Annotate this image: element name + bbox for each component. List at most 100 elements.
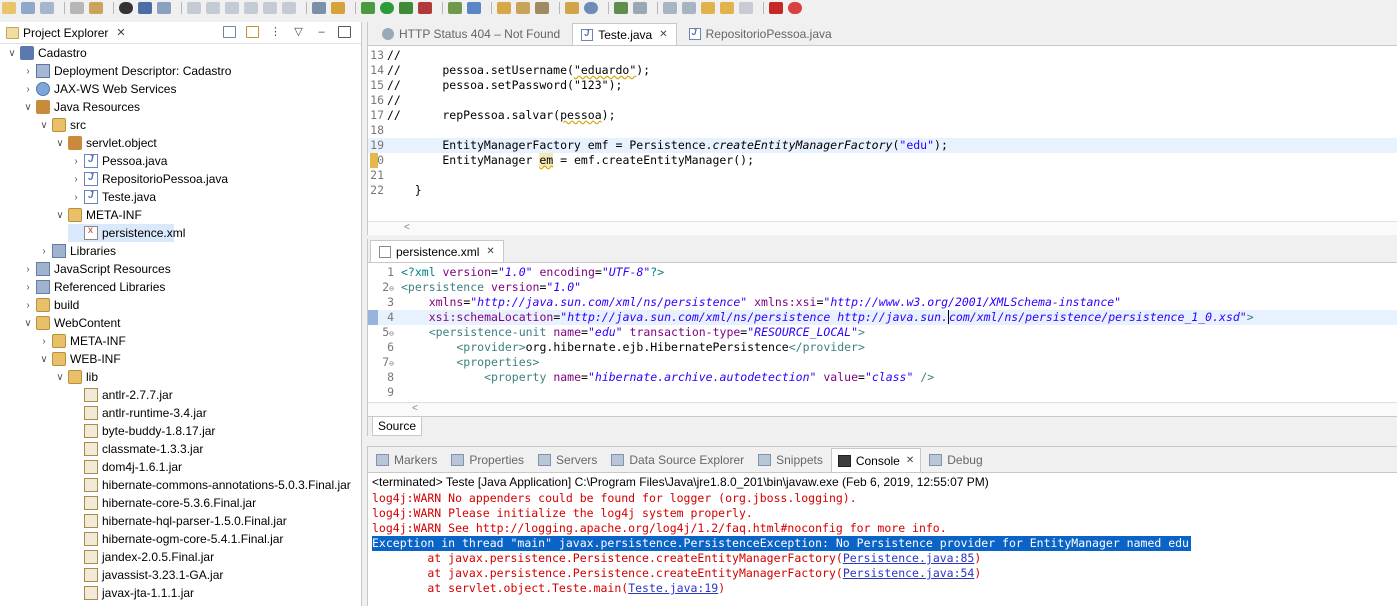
fold-icon[interactable]: ⊖ xyxy=(389,329,394,338)
new-package-icon[interactable] xyxy=(467,2,481,14)
print-icon[interactable] xyxy=(70,2,84,14)
pin-icon[interactable] xyxy=(614,2,628,14)
tree-item[interactable]: › Deployment Descriptor: Cadastro xyxy=(0,62,361,80)
java-code-area[interactable]: 13// 14// pessoa.setUsername("eduardo");… xyxy=(368,46,1397,198)
expand-arrow-icon[interactable]: › xyxy=(22,282,34,293)
stack-trace-link[interactable]: Persistence.java:85 xyxy=(843,551,975,565)
terminal-icon[interactable] xyxy=(138,2,152,14)
globe-icon[interactable] xyxy=(584,2,598,14)
collapse-arrow-icon[interactable]: ∨ xyxy=(22,318,34,329)
stack-trace-link[interactable]: Teste.java:19 xyxy=(628,581,718,595)
back-icon[interactable] xyxy=(720,2,734,14)
expand-arrow-icon[interactable]: › xyxy=(70,174,82,185)
console-output[interactable]: log4j:WARN No appenders could be found f… xyxy=(368,491,1397,596)
tree-item[interactable]: › Teste.java xyxy=(0,188,361,206)
expand-arrow-icon[interactable]: › xyxy=(38,246,50,257)
save-icon[interactable] xyxy=(21,2,35,14)
coverage-icon[interactable] xyxy=(399,2,413,14)
editor-tab[interactable]: RepositorioPessoa.java xyxy=(681,23,840,45)
forward-icon[interactable] xyxy=(739,2,753,14)
open-type-icon[interactable] xyxy=(497,2,511,14)
tree-item[interactable]: ∨ Java Resources xyxy=(0,98,361,116)
tree-item[interactable]: dom4j-1.6.1.jar xyxy=(0,458,361,476)
tree-item[interactable]: › META-INF xyxy=(0,332,361,350)
expand-arrow-icon[interactable]: › xyxy=(22,84,34,95)
tree-item[interactable]: ∨ WEB-INF xyxy=(0,350,361,368)
collapse-arrow-icon[interactable]: ∨ xyxy=(38,120,50,131)
tab-source[interactable]: Source xyxy=(372,417,423,436)
tree-item[interactable]: › build xyxy=(0,296,361,314)
scroll-left-icon[interactable]: < xyxy=(404,222,410,233)
close-icon[interactable]: ✕ xyxy=(906,455,914,466)
search-icon[interactable] xyxy=(535,2,549,14)
expand-arrow-icon[interactable]: › xyxy=(70,192,82,203)
run-icon[interactable] xyxy=(380,2,394,14)
open-task-icon[interactable] xyxy=(516,2,530,14)
tab-persistence-xml[interactable]: persistence.xml ✕ xyxy=(370,240,504,262)
tree-item[interactable]: ∨ src xyxy=(0,116,361,134)
fold-icon[interactable]: ⊖ xyxy=(389,359,394,368)
horizontal-scrollbar[interactable]: < xyxy=(368,221,1397,235)
scroll-left-icon[interactable]: < xyxy=(412,403,418,414)
panel-tab[interactable]: Console ✕ xyxy=(830,448,922,472)
minimize-icon[interactable]: – xyxy=(315,26,328,38)
next-annotation-icon[interactable] xyxy=(663,2,677,14)
resume-icon[interactable] xyxy=(187,2,201,14)
close-icon[interactable]: ✕ xyxy=(116,26,125,39)
tree-item[interactable]: javassist-3.23.1-GA.jar xyxy=(0,566,361,584)
annotation-icon[interactable] xyxy=(565,2,579,14)
tree-item[interactable]: antlr-runtime-3.4.jar xyxy=(0,404,361,422)
panel-tab[interactable]: Debug xyxy=(923,448,988,472)
tree-item[interactable]: ∨ META-INF xyxy=(0,206,361,224)
new-icon[interactable] xyxy=(2,2,16,14)
link-with-editor-icon[interactable] xyxy=(246,26,259,38)
close-icon[interactable]: ✕ xyxy=(486,246,494,257)
tree-item[interactable]: byte-buddy-1.8.17.jar xyxy=(0,422,361,440)
step-into-icon[interactable] xyxy=(263,2,277,14)
panel-tab[interactable]: Servers xyxy=(532,448,603,472)
tree-item[interactable]: › RepositorioPessoa.java xyxy=(0,170,361,188)
debug-icon[interactable] xyxy=(361,2,375,14)
tree-item[interactable]: hibernate-core-5.3.6.Final.jar xyxy=(0,494,361,512)
build-icon[interactable] xyxy=(89,2,103,14)
tree-item[interactable]: jandex-2.0.5.Final.jar xyxy=(0,548,361,566)
horizontal-scrollbar[interactable]: < xyxy=(368,402,1397,416)
expand-arrow-icon[interactable]: › xyxy=(22,66,34,77)
warning-marker-icon[interactable] xyxy=(370,153,378,168)
tree-item[interactable]: › Libraries xyxy=(0,242,361,260)
expand-arrow-icon[interactable]: › xyxy=(38,336,50,347)
tree-item[interactable]: › Pessoa.java xyxy=(0,152,361,170)
maximize-icon[interactable] xyxy=(338,26,351,38)
close-icon[interactable]: ✕ xyxy=(659,29,667,40)
panel-tab[interactable]: Markers xyxy=(370,448,443,472)
tree-item[interactable]: classmate-1.3.3.jar xyxy=(0,440,361,458)
tree-item[interactable]: ∨ servlet.object xyxy=(0,134,361,152)
previous-annotation-icon[interactable] xyxy=(682,2,696,14)
new-class-icon[interactable] xyxy=(448,2,462,14)
external-tools-icon[interactable] xyxy=(418,2,432,14)
disconnect-icon[interactable] xyxy=(244,2,258,14)
collapse-arrow-icon[interactable]: ∨ xyxy=(54,210,66,221)
expand-arrow-icon[interactable]: › xyxy=(22,264,34,275)
save-all-icon[interactable] xyxy=(40,2,54,14)
editor-tab[interactable]: Teste.java ✕ xyxy=(572,23,677,45)
tree-item[interactable]: javax-jta-1.1.1.jar xyxy=(0,584,361,602)
filter-icon[interactable]: ⋮ xyxy=(269,26,282,38)
collapse-arrow-icon[interactable]: ∨ xyxy=(38,354,50,365)
tree-item[interactable]: hibernate-commons-annotations-5.0.3.Fina… xyxy=(0,476,361,494)
collapse-arrow-icon[interactable]: ∨ xyxy=(54,372,66,383)
panel-tab[interactable]: Properties xyxy=(445,448,530,472)
tree-item[interactable]: › JAX-WS Web Services xyxy=(0,80,361,98)
toggle-mark-icon[interactable] xyxy=(633,2,647,14)
refresh-icon[interactable] xyxy=(788,2,802,14)
skip-breakpoints-icon[interactable] xyxy=(157,2,171,14)
panel-tab[interactable]: Snippets xyxy=(752,448,829,472)
xml-code-area[interactable]: 1 <?xml version="1.0" encoding="UTF-8"?> … xyxy=(368,263,1397,400)
collapse-arrow-icon[interactable]: ∨ xyxy=(54,138,66,149)
wand-icon[interactable] xyxy=(331,2,345,14)
bug-icon[interactable] xyxy=(769,2,783,14)
expand-arrow-icon[interactable]: › xyxy=(70,156,82,167)
step-over-icon[interactable] xyxy=(282,2,296,14)
tree-item[interactable]: ∨ WebContent xyxy=(0,314,361,332)
tree-item[interactable]: hibernate-hql-parser-1.5.0.Final.jar xyxy=(0,512,361,530)
